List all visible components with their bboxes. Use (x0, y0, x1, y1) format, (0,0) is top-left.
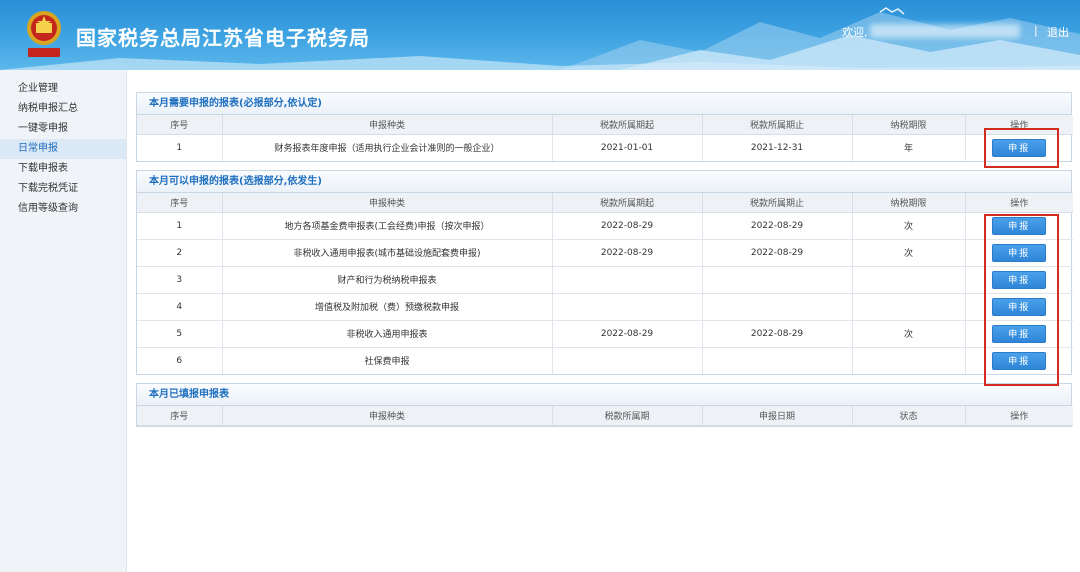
col-header-start: 税款所属期起 (552, 193, 703, 213)
col-header-action: 操作 (965, 193, 1073, 213)
row-no: 6 (137, 347, 223, 374)
table-header-row: 序号 申报种类 税款所属期起 税款所属期止 纳税期限 操作 (137, 115, 1073, 135)
row-period: 次 (852, 320, 966, 348)
optional-filings-panel: 本月可以申报的报表(选报部分,依发生) 序号 申报种类 税款所属期起 税款所属期… (136, 170, 1073, 375)
table-row: 3 财产和行为税纳税申报表 申报 (137, 266, 1073, 294)
required-filings-panel: 本月需要申报的报表(必报部分,依认定) 序号 申报种类 税款所属期起 税款所属期… (136, 92, 1073, 162)
col-header-action: 操作 (965, 406, 1073, 426)
row-end: 2022-08-29 (702, 239, 853, 267)
row-end (702, 293, 853, 321)
row-no: 4 (137, 293, 223, 321)
row-type: 财务报表年度申报（适用执行企业会计准则的一般企业） (222, 134, 553, 161)
sidebar-item-enterprise-management[interactable]: 企业管理 (0, 79, 126, 99)
required-filings-table: 序号 申报种类 税款所属期起 税款所属期止 纳税期限 操作 1 财务报表年度申报… (137, 115, 1073, 161)
row-type: 地方各项基金费申报表(工会经费)申报（按次申报） (222, 212, 553, 240)
sidebar-item-daily-filing[interactable]: 日常申报 (0, 139, 126, 159)
welcome-text: 欢迎, (842, 26, 868, 39)
row-start: 2022-08-29 (552, 212, 703, 240)
tax-emblem-logo (27, 11, 61, 57)
col-header-end: 税款所属期止 (702, 193, 853, 213)
row-start: 2022-08-29 (552, 239, 703, 267)
col-header-period: 纳税期限 (852, 115, 966, 135)
table-header-row: 序号 申报种类 税款所属期 申报日期 状态 操作 (137, 406, 1073, 426)
col-header-tax-period: 税款所属期 (552, 406, 703, 426)
row-start (552, 266, 703, 294)
sidebar-item-download-certificates[interactable]: 下载完税凭证 (0, 179, 126, 199)
filed-reports-panel: 本月已填报申报表 序号 申报种类 税款所属期 申报日期 状态 操作 (136, 383, 1073, 427)
col-header-end: 税款所属期止 (702, 115, 853, 135)
highlight-box-required (984, 128, 1059, 168)
row-end: 2022-08-29 (702, 320, 853, 348)
row-no: 1 (137, 212, 223, 240)
col-header-type: 申报种类 (222, 406, 553, 426)
optional-section-title: 本月可以申报的报表(选报部分,依发生) (137, 171, 1071, 193)
row-start (552, 347, 703, 374)
col-header-no: 序号 (137, 115, 223, 135)
row-no: 1 (137, 134, 223, 161)
sidebar-item-zero-filing[interactable]: 一键零申报 (0, 119, 126, 139)
row-type: 非税收入通用申报表(城市基础设施配套费申报) (222, 239, 553, 267)
table-row: 5 非税收入通用申报表 2022-08-29 2022-08-29 次 申报 (137, 320, 1073, 348)
logout-link[interactable]: 退出 (1047, 24, 1069, 40)
col-header-start: 税款所属期起 (552, 115, 703, 135)
row-end (702, 347, 853, 374)
col-header-period: 纳税期限 (852, 193, 966, 213)
row-no: 5 (137, 320, 223, 348)
row-no: 3 (137, 266, 223, 294)
col-header-no: 序号 (137, 193, 223, 213)
row-end (702, 266, 853, 294)
row-type: 社保费申报 (222, 347, 553, 374)
blurred-username (870, 24, 1020, 38)
row-type: 增值税及附加税（费）预缴税款申报 (222, 293, 553, 321)
col-header-status: 状态 (852, 406, 966, 426)
row-period (852, 347, 966, 374)
col-header-type: 申报种类 (222, 193, 553, 213)
row-period: 次 (852, 212, 966, 240)
col-header-type: 申报种类 (222, 115, 553, 135)
sidebar-item-credit-query[interactable]: 信用等级查询 (0, 199, 126, 219)
sidebar-item-download-forms[interactable]: 下载申报表 (0, 159, 126, 179)
header-separator: | (1034, 24, 1038, 37)
required-section-title: 本月需要申报的报表(必报部分,依认定) (137, 93, 1071, 115)
row-end: 2022-08-29 (702, 212, 853, 240)
filed-reports-table: 序号 申报种类 税款所属期 申报日期 状态 操作 (137, 406, 1073, 426)
row-period (852, 266, 966, 294)
sidebar-item-filing-summary[interactable]: 纳税申报汇总 (0, 99, 126, 119)
row-end: 2021-12-31 (702, 134, 853, 161)
main-content: 本月需要申报的报表(必报部分,依认定) 序号 申报种类 税款所属期起 税款所属期… (136, 92, 1073, 435)
row-start: 2021-01-01 (552, 134, 703, 161)
row-period: 年 (852, 134, 966, 161)
table-row: 6 社保费申报 申报 (137, 347, 1073, 374)
col-header-filing-date: 申报日期 (702, 406, 853, 426)
table-row: 1 地方各项基金费申报表(工会经费)申报（按次申报） 2022-08-29 20… (137, 212, 1073, 240)
optional-filings-table: 序号 申报种类 税款所属期起 税款所属期止 纳税期限 操作 1 地方各项基金费申… (137, 193, 1073, 374)
row-period (852, 293, 966, 321)
table-header-row: 序号 申报种类 税款所属期起 税款所属期止 纳税期限 操作 (137, 193, 1073, 213)
row-type: 财产和行为税纳税申报表 (222, 266, 553, 294)
table-row: 1 财务报表年度申报（适用执行企业会计准则的一般企业） 2021-01-01 2… (137, 134, 1073, 161)
row-no: 2 (137, 239, 223, 267)
table-row: 4 增值税及附加税（费）预缴税款申报 申报 (137, 293, 1073, 321)
site-header: 国家税务总局江苏省电子税务局 欢迎, | 退出 (0, 0, 1080, 70)
row-type: 非税收入通用申报表 (222, 320, 553, 348)
row-start (552, 293, 703, 321)
row-start: 2022-08-29 (552, 320, 703, 348)
row-period: 次 (852, 239, 966, 267)
col-header-no: 序号 (137, 406, 223, 426)
site-title: 国家税务总局江苏省电子税务局 (76, 26, 370, 50)
sidebar-nav: 企业管理 纳税申报汇总 一键零申报 日常申报 下载申报表 下载完税凭证 信用等级… (0, 70, 127, 572)
filed-section-title: 本月已填报申报表 (137, 384, 1071, 406)
table-row: 2 非税收入通用申报表(城市基础设施配套费申报) 2022-08-29 2022… (137, 239, 1073, 267)
highlight-box-optional (984, 214, 1059, 386)
